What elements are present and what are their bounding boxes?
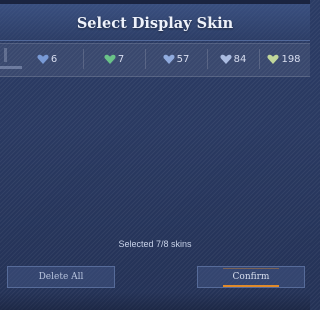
skin-option-2[interactable]: 7 — [84, 43, 144, 75]
skin-option-1[interactable]: 6 — [22, 43, 72, 75]
confirm-button[interactable]: Confirm — [197, 266, 305, 288]
skin-count: 198 — [281, 53, 301, 65]
row-scroll-marker — [4, 48, 7, 62]
skin-count: 57 — [176, 53, 190, 65]
skin-heart-icon — [267, 54, 279, 65]
skin-heart-icon — [220, 54, 232, 65]
row-scroll-indicator — [0, 66, 22, 69]
skin-heart-icon — [37, 54, 49, 65]
skin-heart-icon — [163, 54, 175, 65]
bottom-shade — [0, 292, 310, 310]
skin-option-5[interactable]: 198 — [260, 43, 308, 75]
skin-count: 84 — [233, 53, 247, 65]
skin-heart-icon — [104, 54, 116, 65]
skin-option-3[interactable]: 57 — [146, 43, 206, 75]
skin-option-4[interactable]: 84 — [208, 43, 258, 75]
skin-count: 7 — [117, 53, 125, 65]
delete-all-button[interactable]: Delete All — [7, 266, 115, 288]
selection-status: Selected 7/8 skins — [118, 239, 192, 249]
delete-all-label: Delete All — [38, 272, 84, 282]
page-title: Select Display Skin — [76, 15, 234, 32]
confirm-label: Confirm — [222, 267, 280, 287]
skin-count: 6 — [50, 53, 58, 65]
